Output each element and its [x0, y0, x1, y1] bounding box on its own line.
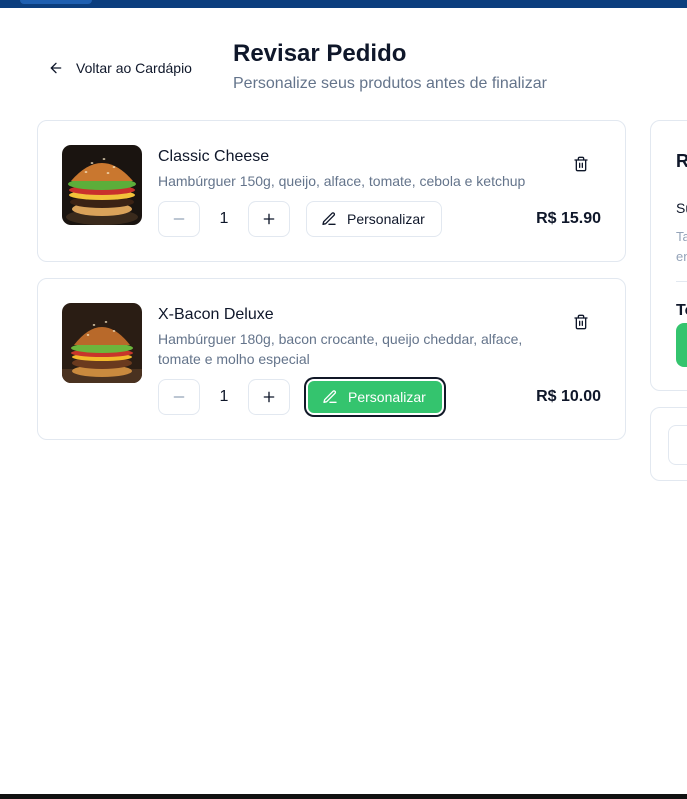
- product-description: Hambúrguer 150g, queijo, alface, tomate,…: [158, 173, 526, 189]
- remove-item-button[interactable]: [566, 307, 596, 337]
- decrease-quantity-button[interactable]: [158, 201, 200, 237]
- summary-divider: [676, 281, 687, 282]
- plus-icon: [263, 213, 275, 225]
- secondary-action-panel: [650, 407, 687, 481]
- bottom-bar: [0, 794, 687, 799]
- quantity-value: 1: [219, 388, 229, 405]
- back-to-menu-button[interactable]: Voltar ao Cardápio: [40, 52, 200, 84]
- pencil-icon: [322, 212, 336, 225]
- quantity-stepper: 1 Personalizar: [158, 201, 442, 237]
- page-title: Revisar Pedido: [233, 40, 407, 67]
- back-button-label: Voltar ao Cardápio: [76, 60, 192, 76]
- product-image: [62, 145, 142, 225]
- arrow-left-icon: [50, 62, 62, 74]
- minus-icon: [173, 218, 185, 220]
- summary-total-label: To: [676, 302, 687, 319]
- order-summary-panel: R Su Ta en To: [650, 120, 687, 391]
- increase-quantity-button[interactable]: [248, 379, 290, 415]
- summary-note: Ta en: [676, 229, 687, 264]
- trash-icon: [574, 156, 588, 172]
- top-nav-bar: [0, 0, 687, 8]
- product-image: [62, 303, 142, 383]
- summary-subtotal-label: Su: [676, 200, 687, 216]
- pencil-icon: [323, 390, 337, 403]
- remove-item-button[interactable]: [566, 149, 596, 179]
- quantity-value: 1: [219, 210, 229, 227]
- checkout-button[interactable]: [676, 323, 687, 367]
- product-name: X-Bacon Deluxe: [158, 306, 274, 323]
- order-item-card: X-Bacon Deluxe Hambúrguer 180g, bacon cr…: [37, 278, 626, 440]
- customize-button-focused[interactable]: Personalizar: [306, 379, 444, 415]
- customize-button[interactable]: Personalizar: [306, 201, 442, 237]
- page-subtitle: Personalize seus produtos antes de final…: [233, 75, 547, 92]
- product-name: Classic Cheese: [158, 148, 270, 165]
- product-description: Hambúrguer 180g, bacon crocante, queijo …: [158, 331, 523, 367]
- trash-icon: [574, 314, 588, 330]
- product-price: R$ 10.00: [536, 388, 601, 405]
- top-nav-active-tab[interactable]: [20, 0, 92, 4]
- quantity-stepper: 1 Personalizar: [158, 379, 444, 415]
- customize-button-label: Personalizar: [347, 211, 425, 227]
- customize-button-label: Personalizar: [348, 389, 426, 405]
- minus-icon: [173, 396, 185, 398]
- order-item-card: Classic Cheese Hambúrguer 150g, queijo, …: [37, 120, 626, 262]
- product-price: R$ 15.90: [536, 210, 601, 227]
- decrease-quantity-button[interactable]: [158, 379, 200, 415]
- secondary-action-button[interactable]: [668, 425, 687, 465]
- increase-quantity-button[interactable]: [248, 201, 290, 237]
- summary-title: R: [676, 151, 687, 172]
- plus-icon: [263, 391, 275, 403]
